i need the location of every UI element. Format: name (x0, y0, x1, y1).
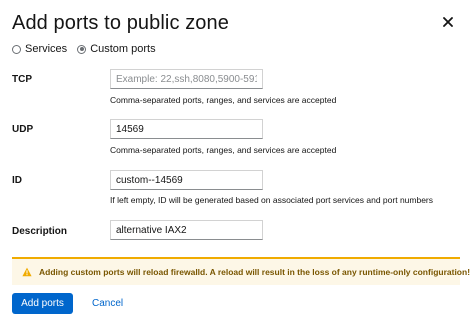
close-icon (443, 17, 453, 27)
udp-label: UDP (12, 124, 34, 135)
radio-services[interactable]: Services (12, 43, 67, 55)
dialog-title: Add ports to public zone (12, 12, 229, 34)
cancel-button[interactable]: Cancel (84, 293, 131, 314)
add-ports-button[interactable]: Add ports (12, 293, 73, 314)
radio-services-control[interactable] (12, 44, 21, 54)
tcp-input[interactable] (110, 69, 263, 89)
warning-alert-text: Adding custom ports will reload firewall… (39, 267, 471, 277)
mode-radio-group: Services Custom ports (12, 42, 166, 56)
description-label: Description (12, 226, 68, 237)
radio-custom-ports-control[interactable] (77, 44, 87, 54)
warning-alert: Adding custom ports will reload firewall… (12, 257, 470, 285)
tcp-helper: Comma-separated ports, ranges, and servi… (110, 95, 337, 105)
warning-icon (22, 267, 32, 277)
tcp-label: TCP (12, 74, 32, 85)
udp-helper: Comma-separated ports, ranges, and servi… (110, 145, 337, 155)
id-input[interactable] (110, 170, 263, 190)
close-button[interactable] (443, 17, 457, 31)
radio-services-label: Services (25, 43, 68, 55)
udp-input[interactable] (110, 119, 263, 139)
radio-custom-ports-label: Custom ports (90, 43, 156, 55)
id-helper: If left empty, ID will be generated base… (110, 195, 434, 205)
radio-custom-ports[interactable]: Custom ports (77, 43, 156, 55)
description-input[interactable] (110, 220, 263, 240)
id-label: ID (12, 175, 22, 186)
